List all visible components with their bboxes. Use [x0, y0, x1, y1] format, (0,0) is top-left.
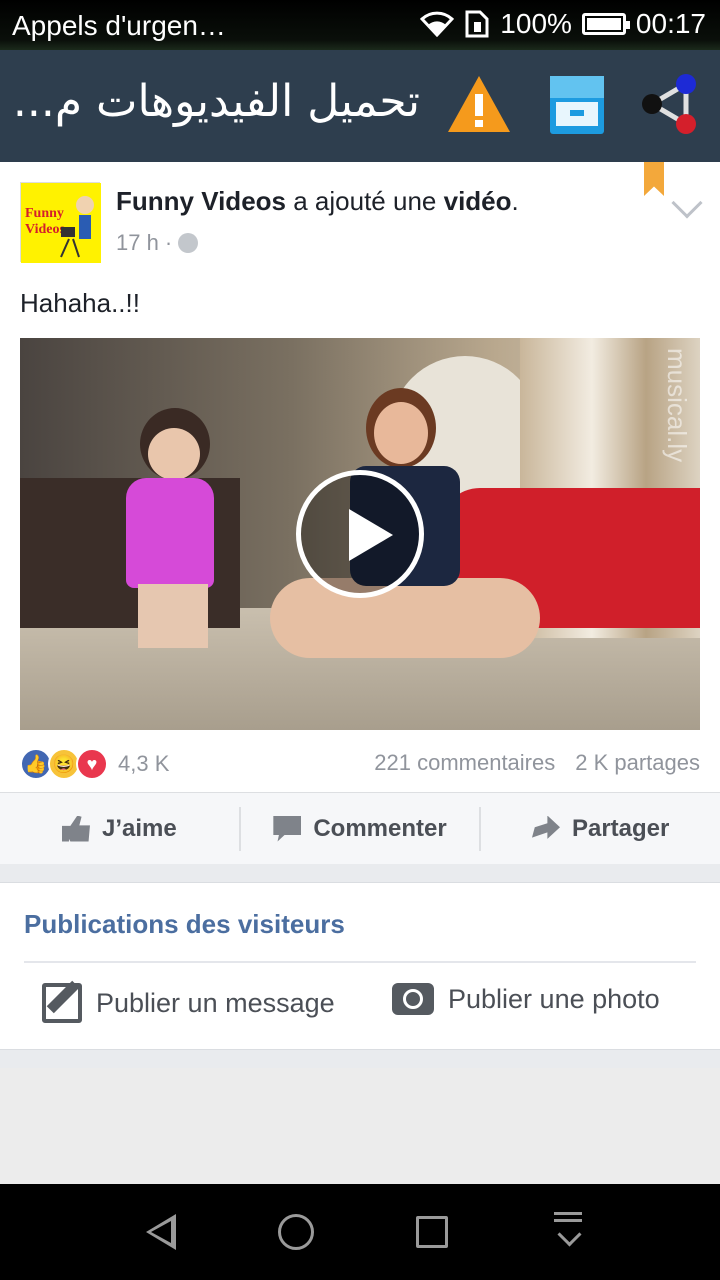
notification-pull-icon[interactable]: [554, 1212, 582, 1248]
carrier-label: Appels d'urgen…: [12, 10, 226, 41]
meta-separator: ·: [164, 230, 173, 255]
funny-videos-logo: Funny Videos: [21, 183, 101, 263]
reactions-summary[interactable]: 👍 😆 ♥ 4,3 K: [20, 748, 169, 780]
feed-placeholder: [0, 1068, 720, 1184]
comments-count[interactable]: 221 commentaires: [374, 750, 555, 776]
post-header: Funny Videos a ajouté une vidéo.: [116, 186, 519, 217]
page-name-link[interactable]: Funny Videos: [116, 186, 286, 216]
video-watermark: musical.ly: [662, 348, 692, 463]
video-player[interactable]: musical.ly: [20, 338, 700, 730]
svg-text:Funny: Funny: [25, 206, 64, 221]
app-bar: تحميل الفيديوهات م...: [0, 50, 720, 162]
shares-count[interactable]: 2 K partages: [575, 750, 700, 776]
wifi-icon: [420, 11, 455, 37]
warning-icon[interactable]: [446, 72, 512, 138]
video-child: [120, 408, 220, 648]
video-link[interactable]: vidéo: [444, 186, 512, 216]
back-icon[interactable]: [146, 1214, 176, 1250]
like-label: J’aime: [101, 814, 177, 842]
like-button[interactable]: J’aime: [0, 793, 239, 864]
post-card: Funny Videos Funny Videos a ajouté une v…: [0, 162, 720, 864]
divider: [24, 961, 696, 963]
status-bar: Appels d'urgen… 100% 00:17: [0, 0, 720, 50]
status-right: 100% 00:17: [420, 8, 706, 40]
share-button[interactable]: Partager: [481, 793, 720, 864]
recent-apps-icon[interactable]: [416, 1216, 448, 1248]
post-meta: 17 h ·: [116, 230, 199, 256]
sim-icon: [465, 10, 489, 38]
post-photo-button[interactable]: Publier une photo: [392, 983, 660, 1015]
visitor-posts-heading[interactable]: Publications des visiteurs: [24, 909, 345, 940]
love-reaction-icon: ♥: [76, 748, 108, 780]
reactions-count: 4,3 K: [118, 751, 170, 776]
file-cabinet-icon[interactable]: [544, 72, 610, 138]
post-text: Hahaha..!!: [20, 288, 140, 318]
post-action-text: a ajouté une: [293, 186, 437, 216]
app-title: تحميل الفيديوهات م...: [12, 76, 420, 127]
navigation-bar: [0, 1184, 720, 1280]
bookmark-icon[interactable]: [644, 162, 664, 196]
play-button-icon[interactable]: [296, 470, 424, 598]
visitor-posts-section: Publications des visiteurs Publier un me…: [0, 882, 720, 1050]
page-avatar[interactable]: Funny Videos: [20, 182, 101, 263]
comment-button[interactable]: Commenter: [241, 793, 480, 864]
share-arrow-icon: [531, 815, 560, 839]
share-molecule-icon[interactable]: [640, 72, 706, 138]
share-label: Partager: [571, 814, 670, 842]
battery-fill: [586, 18, 621, 30]
post-photo-label: Publier une photo: [448, 983, 660, 1014]
battery-icon: [581, 13, 630, 35]
home-icon[interactable]: [278, 1214, 314, 1250]
battery-percent: 100%: [500, 8, 572, 39]
post-stats: 221 commentaires 2 K partages: [374, 750, 700, 776]
globe-icon: [178, 233, 199, 253]
screen: Appels d'urgen… 100% 00:17 تحميل الفيديو…: [0, 0, 720, 1280]
thumbs-up-icon: [61, 815, 90, 842]
post-message-label: Publier un message: [96, 987, 335, 1018]
clock: 00:17: [635, 8, 706, 39]
chevron-down-icon[interactable]: [671, 187, 703, 219]
comment-icon: [273, 815, 302, 842]
svg-text:Videos: Videos: [25, 222, 65, 237]
period: .: [511, 186, 519, 216]
post-message-button[interactable]: Publier un message: [42, 983, 335, 1023]
post-time[interactable]: 17 h: [116, 230, 159, 256]
post-actions: J’aime Commenter Partager: [0, 792, 720, 864]
edit-icon: [42, 983, 82, 1023]
camera-icon: [392, 983, 434, 1015]
comment-label: Commenter: [313, 814, 447, 842]
